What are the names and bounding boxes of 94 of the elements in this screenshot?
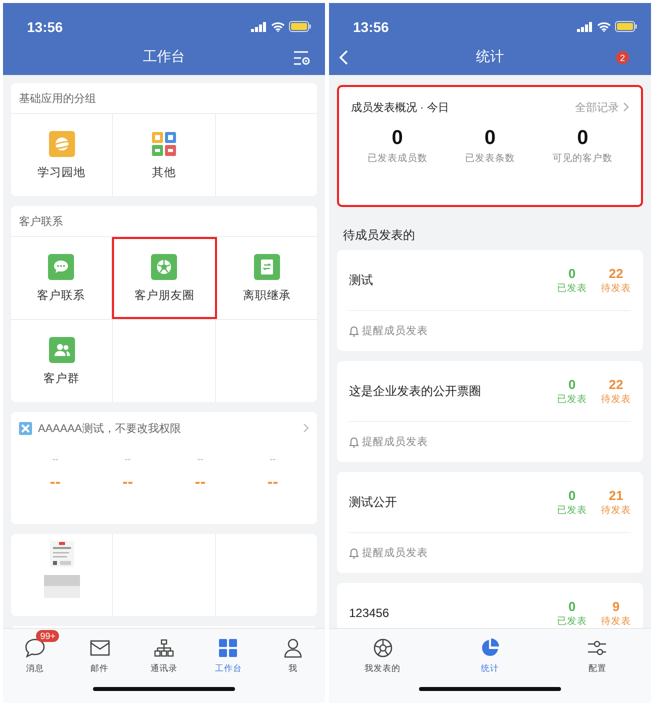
page-title: 统计 (476, 48, 504, 66)
pending-count: 9 (612, 598, 620, 614)
back-icon[interactable] (339, 50, 348, 65)
remind-link[interactable]: 提醒成员发表 (362, 324, 428, 338)
post-title: 测试 (349, 272, 374, 288)
signal-icon (577, 22, 593, 32)
clock-time: 13:56 (353, 18, 389, 34)
tab-bar-item[interactable]: 通讯录 (134, 629, 193, 675)
person-icon (282, 638, 303, 658)
metric-value: -- (122, 474, 134, 492)
published-count: 0 (568, 488, 576, 502)
tab-bar-item[interactable]: 99+ 消息 (6, 629, 64, 675)
sliders-icon (587, 639, 608, 657)
post-title: 测试公开 (349, 494, 398, 510)
pie-chart-icon (480, 638, 500, 658)
envelope-icon (90, 640, 110, 656)
stat-value: 0 (577, 127, 588, 150)
chat-bubble-icon (48, 254, 74, 280)
app-tile[interactable]: 客户群 (11, 320, 114, 402)
metric-value: -- (267, 474, 278, 492)
remind-link[interactable]: 提醒成员发表 (362, 435, 428, 449)
app-tile[interactable]: 离职继承 (216, 237, 317, 319)
post-title: 123456 (349, 606, 390, 620)
chat-bubble-icon (24, 638, 46, 658)
stat-label: 可见的客户数 (552, 152, 613, 165)
app-tile[interactable]: 客户联系 (11, 237, 112, 319)
tab-bar-item[interactable]: 邮件 (70, 629, 129, 675)
battery-icon (615, 21, 637, 32)
pending-label: 待发表 (601, 504, 631, 516)
stat-value: 0 (392, 127, 403, 150)
post-card[interactable]: 这是企业发表的公开票圈 0 已发表 22 待发表 提醒成员发表 (337, 361, 643, 462)
published-label: 已发表 (557, 614, 587, 628)
bell-icon (349, 548, 359, 558)
stat-label: 已发表成员数 (367, 152, 428, 165)
app-tile[interactable]: 其他 (113, 114, 216, 196)
pending-label: 待发表 (601, 614, 631, 628)
section-title: 待成员发表的 (342, 227, 416, 244)
report-card[interactable]: AAAAAA测试，不要改我权限 -- -- -- -- -- -- -- -- (11, 412, 317, 524)
published-label: 已发表 (557, 392, 587, 406)
metric-label: -- (270, 454, 276, 464)
pending-count: 22 (608, 376, 624, 392)
tab-bar-item[interactable]: 我发表的 (354, 629, 412, 675)
published-count: 0 (568, 266, 576, 280)
group-title: 客户联系 (11, 206, 317, 237)
chevron-icon (623, 102, 629, 112)
bell-icon (349, 436, 359, 448)
notification-badge: 2 (616, 51, 629, 64)
wifi-icon (597, 22, 611, 32)
metric-value: -- (50, 474, 61, 492)
post-card[interactable]: 测试 0 已发表 22 待发表 提醒成员发表 (337, 250, 643, 351)
published-count: 0 (568, 376, 576, 392)
app-grid-icon (150, 130, 177, 156)
published-label: 已发表 (557, 504, 587, 516)
clock-time: 13:56 (27, 18, 63, 34)
tab-bar-item[interactable]: 我 (264, 629, 322, 675)
pending-count: 22 (608, 266, 624, 280)
battery-icon (289, 21, 311, 32)
bell-icon (349, 326, 359, 336)
post-card[interactable]: 123456 0 已发表 9 待发表 (337, 583, 643, 628)
document-swap-icon (254, 254, 280, 280)
post-card[interactable]: 测试公开 0 已发表 21 待发表 提醒成员发表 (337, 472, 643, 573)
tab-bar-item[interactable]: 统计 (460, 629, 519, 675)
grid-icon (219, 639, 238, 657)
settings-icon[interactable] (293, 50, 311, 66)
wifi-icon (271, 22, 285, 32)
tab-bar-item[interactable]: 工作台 (199, 629, 258, 675)
chevron-icon (303, 423, 309, 433)
published-count: 0 (568, 598, 576, 614)
report-title: AAAAAA测试，不要改我权限 (38, 422, 182, 436)
org-chart-icon (154, 639, 174, 657)
metric-label: -- (52, 454, 58, 464)
shutter-icon (372, 638, 393, 658)
unread-badge: 99+ (36, 630, 60, 642)
shutter-icon (151, 254, 178, 280)
pending-label: 待发表 (601, 282, 631, 294)
tab-bar-item[interactable]: 配置 (568, 629, 626, 675)
signal-icon (251, 22, 267, 32)
planet-icon (48, 130, 75, 156)
metric-label: -- (124, 454, 131, 464)
stat-label: 已发表条数 (465, 152, 515, 165)
pending-label: 待发表 (601, 392, 631, 406)
page-title: 工作台 (143, 48, 185, 66)
published-label: 已发表 (557, 282, 587, 294)
group-title: 基础应用的分组 (11, 83, 317, 114)
people-icon (48, 336, 75, 362)
stat-value: 0 (484, 127, 496, 150)
card-title: 成员发表概况 · 今日 (351, 100, 449, 114)
pending-count: 21 (608, 488, 624, 502)
metric-value: -- (194, 474, 206, 492)
post-title: 这是企业发表的公开票圈 (349, 382, 482, 400)
app-tile[interactable]: 学习园地 (11, 114, 114, 196)
app-tile[interactable]: 客户朋友圈 (112, 237, 217, 319)
remind-link[interactable]: 提醒成员发表 (362, 546, 428, 560)
metric-label: -- (197, 454, 204, 464)
